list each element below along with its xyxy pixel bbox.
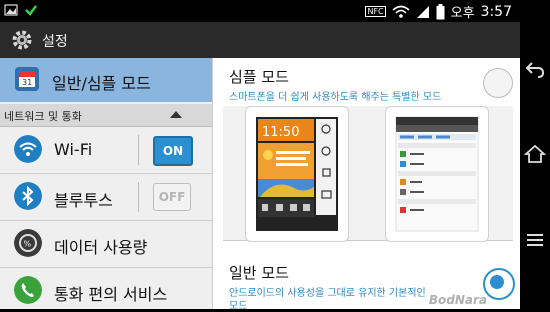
watermark: BodNara (428, 293, 487, 307)
sidebar-item-call-settings[interactable]: 통화 편의 서비스 (0, 268, 212, 309)
preview-clock: 11:50 (262, 125, 299, 140)
sidebar-item-label: 데이터 사용량 (54, 238, 148, 257)
wifi-toggle[interactable]: ON (153, 136, 193, 166)
settings-sidebar: 31 일반/심플 모드 네트워크 및 통화 Wi-Fi ON 블루투스 OFF … (0, 58, 212, 309)
gallery-notification-icon (4, 4, 18, 16)
clock-time: 3:57 (480, 3, 512, 20)
title-bar: 설정 (0, 22, 520, 59)
sidebar-item-data-usage[interactable]: % 데이터 사용량 (0, 221, 212, 268)
standard-mode-screenshot (395, 116, 479, 232)
sidebar-item-label: 일반/심플 모드 (52, 74, 151, 93)
svg-text:%: % (24, 240, 32, 249)
phone-icon (14, 276, 42, 304)
navigation-bar (520, 0, 550, 309)
bluetooth-toggle[interactable]: OFF (153, 183, 191, 211)
collapse-arrow-icon (170, 111, 182, 118)
standard-mode-description-line2: 모드 (229, 301, 248, 312)
nfc-badge: NFC (365, 6, 386, 17)
bluetooth-icon (14, 182, 42, 210)
sidebar-item-bluetooth[interactable]: 블루투스 OFF (0, 174, 212, 221)
check-notification-icon (25, 5, 37, 16)
simple-mode-preview[interactable]: 11:50 (245, 106, 349, 242)
mode-preview: 11:50 (223, 106, 513, 242)
sidebar-item-label: 블루투스 (54, 191, 113, 210)
clock-ampm: 오후 (450, 6, 475, 21)
divider (138, 182, 139, 212)
home-icon[interactable] (524, 143, 546, 165)
data-usage-icon: % (14, 229, 42, 257)
wifi-icon (14, 135, 42, 163)
sidebar-item-mode[interactable]: 31 일반/심플 모드 (0, 58, 212, 102)
simple-mode-screenshot: 11:50 (256, 117, 338, 231)
menu-icon[interactable] (525, 230, 545, 250)
status-bar: NFC 오후 3:57 (0, 0, 520, 22)
wifi-status-icon (392, 5, 410, 18)
standard-mode-radio[interactable] (483, 268, 515, 300)
standard-mode-description: 안드로이드의 사용성을 그대로 유지한 기본적인 (229, 288, 426, 299)
svg-text:31: 31 (22, 78, 32, 87)
simple-mode-title: 심플 모드 (229, 68, 289, 86)
sidebar-item-label: 통화 편의 서비스 (54, 285, 168, 304)
section-header-label: 네트워크 및 통화 (4, 110, 82, 123)
signal-icon (416, 5, 429, 18)
sidebar-item-wifi[interactable]: Wi-Fi ON (0, 127, 212, 174)
standard-mode-title: 일반 모드 (229, 264, 289, 282)
back-icon[interactable] (524, 58, 546, 80)
simple-mode-description: 스마트폰을 더 쉽게 사용하도록 해주는 특별한 모드 (229, 92, 442, 103)
divider (138, 135, 139, 165)
gear-icon (12, 30, 32, 50)
mode-selection-panel: 심플 모드 스마트폰을 더 쉽게 사용하도록 해주는 특별한 모드 11:50 (212, 58, 521, 312)
section-header-network[interactable]: 네트워크 및 통화 (0, 104, 212, 127)
page-title: 설정 (42, 34, 68, 50)
mode-switch-icon: 31 (15, 67, 39, 91)
standard-mode-preview[interactable] (385, 106, 489, 242)
sidebar-item-label: Wi-Fi (54, 140, 93, 159)
simple-mode-radio[interactable] (483, 68, 513, 98)
battery-icon (436, 3, 445, 19)
